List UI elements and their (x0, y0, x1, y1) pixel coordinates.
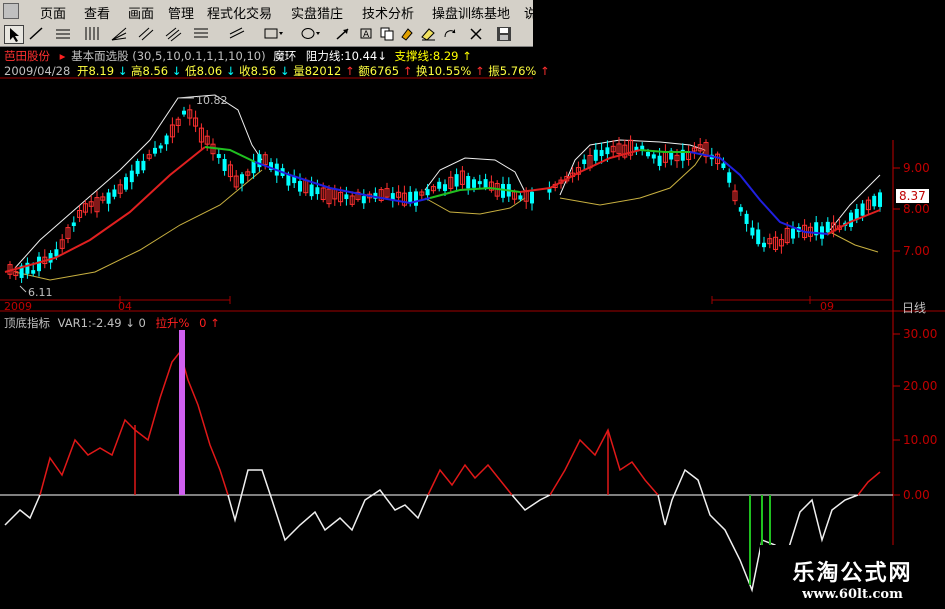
x-label-04: 04 (118, 300, 132, 313)
ma-red-segment (519, 149, 641, 193)
candle-body (454, 174, 459, 187)
candle-body (466, 176, 471, 189)
candle-body (408, 191, 413, 203)
watermark-title: 乐淘公式网 (792, 560, 913, 586)
sub-axis-30: 30.00 (903, 327, 938, 341)
ma-blue-segment (689, 151, 829, 235)
candle-body (315, 187, 320, 195)
candle-body (344, 194, 349, 200)
candle-body (599, 150, 604, 157)
indicator-white-line (227, 469, 429, 542)
period-label[interactable]: 日线 (902, 299, 926, 316)
candle-body (477, 181, 482, 185)
candle-body (124, 177, 128, 190)
min-pointer (19, 285, 27, 293)
candle-body (878, 192, 882, 207)
candle-body (483, 179, 488, 189)
ring-lower-line (424, 197, 526, 215)
max-price-label: 10.82 (196, 94, 228, 107)
indicator-white-line (4, 494, 41, 526)
candle-body (646, 151, 650, 157)
indicator-red-line (427, 463, 513, 496)
candle-body (298, 181, 302, 192)
candle-body (472, 179, 476, 188)
candle-body (721, 163, 726, 169)
indicator-red-line (857, 471, 881, 496)
candle-body (37, 256, 41, 272)
candle-body (657, 155, 662, 166)
candle-body (750, 227, 755, 236)
candle-body (762, 242, 766, 248)
var1-extra: 0 (138, 316, 146, 330)
candle-body (135, 160, 140, 174)
sub-axis-20: 20.00 (903, 379, 938, 393)
price-label-7: 7.00 (903, 244, 930, 258)
candle-body (309, 184, 314, 197)
price-label-8: 8.00 (903, 202, 930, 216)
candle-body (860, 203, 865, 216)
candle-body (849, 212, 853, 227)
chart-frame (0, 77, 945, 609)
candle-body (756, 229, 761, 245)
candle-body (361, 196, 366, 204)
candle-body (251, 161, 256, 174)
pull-arrow: ↑ (210, 316, 220, 330)
candle-body (518, 195, 523, 200)
candle-body (791, 228, 795, 239)
candle-body (530, 191, 534, 204)
indicator-name[interactable]: 顶底指标 (4, 316, 50, 330)
candle-body (54, 249, 59, 257)
candle-body (651, 154, 656, 159)
sub-axis-0: 0.00 (903, 488, 930, 502)
candle-body (182, 110, 186, 115)
x-label-09: 09 (820, 300, 834, 313)
current-price-tag: 8.37 (896, 189, 929, 203)
candle-body (141, 160, 146, 171)
candle-body (216, 154, 221, 158)
candle-body (164, 135, 169, 145)
ma-red-segment (4, 146, 206, 273)
sub-axis-10: 10.00 (903, 433, 938, 447)
candle-body (222, 158, 227, 171)
indicator-red-line (39, 350, 229, 496)
indicator-white-line (511, 494, 551, 511)
price-chart[interactable] (0, 0, 945, 609)
ring-upper-line (14, 94, 263, 269)
candle-body (414, 191, 418, 206)
var1-arrow: ↓ (125, 316, 135, 330)
price-label-9: 9.00 (903, 161, 930, 175)
pull-value: 0 (199, 316, 207, 330)
candle-body (605, 147, 610, 155)
watermark: 乐淘公式网 www.60lt.com (760, 545, 945, 609)
candle-body (129, 170, 134, 183)
indicator-header: 顶底指标 VAR1:-2.49 ↓ 0 拉升% 0 ↑ (4, 315, 220, 331)
candle-body (31, 270, 36, 274)
candle-body (106, 192, 111, 204)
candle-body (240, 174, 244, 184)
candle-body (593, 149, 598, 161)
candle-body (872, 195, 877, 207)
pull-label: 拉升% (155, 316, 190, 330)
x-label-2009: 2009 (4, 300, 32, 313)
candle-body (582, 159, 587, 165)
min-price-label: 6.11 (28, 286, 53, 299)
watermark-url: www.60lt.com (802, 587, 903, 602)
candle-body (390, 193, 395, 200)
var1-value: VAR1:-2.49 (57, 316, 122, 330)
ring-lower-line (829, 231, 879, 253)
candle-body (71, 222, 76, 227)
candle-body (744, 213, 749, 224)
ring-lower-line (14, 169, 263, 281)
candle-body (158, 145, 163, 149)
candle-body (112, 189, 117, 197)
candle-body (437, 181, 442, 189)
candle-body (425, 189, 430, 196)
purple-signal-bar (179, 330, 185, 495)
candle-body (443, 184, 447, 191)
candle-body (825, 221, 830, 233)
candle-body (727, 172, 732, 183)
indicator-red-line (549, 428, 659, 496)
candle-body (738, 207, 743, 212)
candle-body (153, 147, 157, 154)
